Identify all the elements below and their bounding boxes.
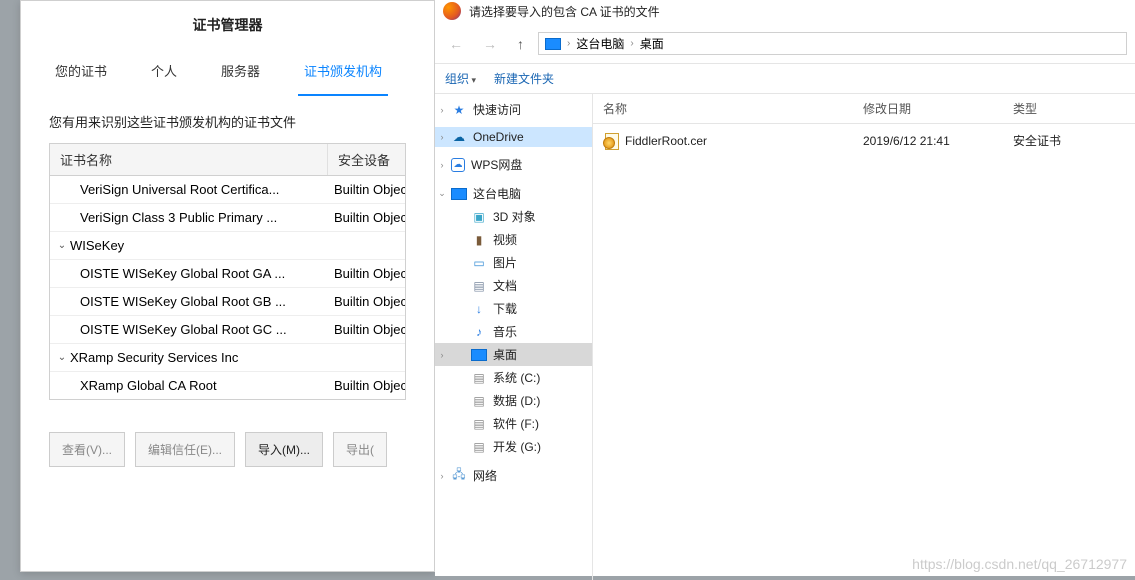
cert-group-xramp[interactable]: ⌄ XRamp Security Services Inc — [50, 344, 405, 372]
cert-row[interactable]: VeriSign Class 3 Public Primary ... Buil… — [50, 204, 405, 232]
tree-this-pc[interactable]: ⌄ 这台电脑 — [435, 182, 592, 205]
tree-pictures[interactable]: ▭ 图片 — [435, 251, 592, 274]
tree-drive-d[interactable]: ▤ 数据 (D:) — [435, 389, 592, 412]
cube-icon: ▣ — [471, 210, 487, 224]
col-cert-name[interactable]: 证书名称 — [50, 144, 328, 175]
export-button[interactable]: 导出( — [333, 432, 387, 467]
col-type[interactable]: 类型 — [1003, 94, 1135, 123]
address-bar[interactable]: › 这台电脑 › 桌面 — [538, 32, 1127, 55]
drive-icon: ▤ — [471, 417, 487, 431]
file-dialog-nav: ← → ↑ › 这台电脑 › 桌面 — [435, 26, 1135, 64]
cert-group-wisekey[interactable]: ⌄ WISeKey — [50, 232, 405, 260]
tree-quick-access[interactable]: › ★ 快速访问 — [435, 98, 592, 121]
import-button[interactable]: 导入(M)... — [245, 432, 323, 467]
file-dialog-title: 请选择要导入的包含 CA 证书的文件 — [469, 3, 660, 20]
drive-icon: ▤ — [471, 440, 487, 454]
col-date[interactable]: 修改日期 — [853, 94, 1003, 123]
cert-row[interactable]: OISTE WISeKey Global Root GB ... Builtin… — [50, 288, 405, 316]
file-row[interactable]: FiddlerRoot.cer 2019/6/12 21:41 安全证书 — [593, 124, 1135, 157]
tab-servers[interactable]: 服务器 — [215, 51, 266, 96]
organize-menu[interactable]: 组织 — [445, 70, 476, 87]
chevron-right-icon: › — [437, 160, 447, 170]
forward-button[interactable]: → — [477, 34, 503, 54]
image-icon: ▭ — [471, 256, 487, 270]
drive-icon: ▤ — [471, 394, 487, 408]
film-icon: ▮ — [471, 233, 487, 247]
cert-description: 您有用来识别这些证书颁发机构的证书文件 — [49, 112, 406, 131]
cloud-icon: ☁ — [451, 130, 467, 144]
file-type: 安全证书 — [1003, 124, 1135, 157]
tab-authorities[interactable]: 证书颁发机构 — [298, 51, 388, 96]
chevron-right-icon: › — [437, 132, 447, 142]
file-open-dialog: 请选择要导入的包含 CA 证书的文件 ← → ↑ › 这台电脑 › 桌面 组织 … — [435, 0, 1135, 576]
chevron-down-icon: ⌄ — [56, 240, 68, 251]
firefox-icon — [443, 2, 461, 20]
tree-documents[interactable]: ▤ 文档 — [435, 274, 592, 297]
tree-downloads[interactable]: ↓ 下载 — [435, 297, 592, 320]
tree-drive-g[interactable]: ▤ 开发 (G:) — [435, 435, 592, 458]
file-dialog-titlebar: 请选择要导入的包含 CA 证书的文件 — [435, 0, 1135, 26]
tree-onedrive[interactable]: › ☁ OneDrive — [435, 127, 592, 147]
tree-drive-f[interactable]: ▤ 软件 (F:) — [435, 412, 592, 435]
file-list-header: 名称 修改日期 类型 — [593, 94, 1135, 124]
certificate-manager-dialog: 证书管理器 您的证书 个人 服务器 证书颁发机构 您有用来识别这些证书颁发机构的… — [20, 0, 435, 572]
chevron-right-icon: › — [630, 38, 633, 49]
new-folder-button[interactable]: 新建文件夹 — [494, 70, 554, 87]
certificate-file-icon — [603, 133, 619, 149]
document-icon: ▤ — [471, 279, 487, 293]
tree-videos[interactable]: ▮ 视频 — [435, 228, 592, 251]
file-date: 2019/6/12 21:41 — [853, 126, 1003, 156]
cert-manager-title: 证书管理器 — [21, 1, 434, 51]
chevron-right-icon: › — [437, 350, 447, 360]
chevron-right-icon: › — [437, 105, 447, 115]
path-pc[interactable]: 这台电脑 — [576, 35, 624, 52]
tree-network[interactable]: › 🖧 网络 — [435, 464, 592, 487]
music-icon: ♪ — [471, 325, 487, 339]
folder-tree[interactable]: › ★ 快速访问 › ☁ OneDrive › ☁ WPS网盘 ⌄ 这台电脑 — [435, 94, 593, 580]
path-location[interactable]: 桌面 — [640, 35, 664, 52]
download-icon: ↓ — [471, 302, 487, 316]
tree-desktop[interactable]: › 桌面 — [435, 343, 592, 366]
file-list[interactable]: 名称 修改日期 类型 FiddlerRoot.cer 2019/6/12 21:… — [593, 94, 1135, 580]
tree-3d-objects[interactable]: ▣ 3D 对象 — [435, 205, 592, 228]
cert-row[interactable]: OISTE WISeKey Global Root GA ... Builtin… — [50, 260, 405, 288]
watermark: https://blog.csdn.net/qq_26712977 — [912, 556, 1127, 572]
cert-tabs: 您的证书 个人 服务器 证书颁发机构 — [21, 51, 434, 96]
tab-your-certs[interactable]: 您的证书 — [49, 51, 113, 96]
chevron-down-icon: ⌄ — [56, 352, 68, 363]
star-icon: ★ — [451, 103, 467, 117]
cloud-icon: ☁ — [451, 158, 465, 172]
col-name[interactable]: 名称 — [593, 94, 853, 123]
tab-personal[interactable]: 个人 — [145, 51, 183, 96]
tree-music[interactable]: ♪ 音乐 — [435, 320, 592, 343]
back-button[interactable]: ← — [443, 34, 469, 54]
tree-drive-c[interactable]: ▤ 系统 (C:) — [435, 366, 592, 389]
chevron-down-icon: ⌄ — [437, 188, 447, 199]
cert-table: 证书名称 安全设备 VeriSign Universal Root Certif… — [49, 143, 406, 400]
cert-button-row: 查看(V)... 编辑信任(E)... 导入(M)... 导出( — [21, 410, 434, 477]
tree-wps[interactable]: › ☁ WPS网盘 — [435, 153, 592, 176]
cert-row[interactable]: VeriSign Universal Root Certifica... Bui… — [50, 176, 405, 204]
desktop-icon — [471, 348, 487, 362]
chevron-right-icon: › — [437, 471, 447, 481]
col-security-device[interactable]: 安全设备 — [328, 144, 405, 175]
file-name: FiddlerRoot.cer — [625, 134, 707, 148]
edit-trust-button[interactable]: 编辑信任(E)... — [135, 432, 235, 467]
cert-row[interactable]: XRamp Global CA Root Builtin Object — [50, 372, 405, 399]
view-button[interactable]: 查看(V)... — [49, 432, 125, 467]
network-icon: 🖧 — [451, 469, 467, 483]
pc-icon — [451, 187, 467, 201]
chevron-right-icon: › — [567, 38, 570, 49]
file-dialog-toolbar: 组织 新建文件夹 — [435, 64, 1135, 94]
drive-icon: ▤ — [471, 371, 487, 385]
cert-row[interactable]: OISTE WISeKey Global Root GC ... Builtin… — [50, 316, 405, 344]
pc-icon — [545, 38, 561, 50]
up-button[interactable]: ↑ — [511, 34, 530, 54]
